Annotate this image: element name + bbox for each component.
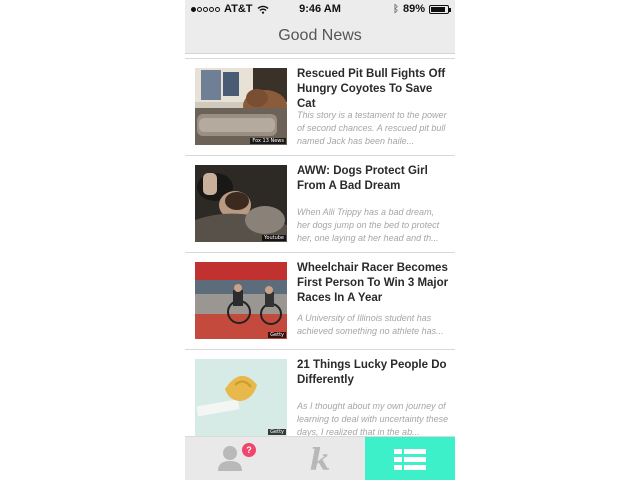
article-thumbnail-pitbull[interactable]: Fox 13 News [195, 68, 287, 145]
user-icon [218, 446, 242, 471]
status-bar: 9:46 AM AT&T ᛒ 89% [185, 0, 455, 18]
article-thumbnail-wheelchair[interactable]: Getty [195, 262, 287, 339]
article-thumbnail-dogs[interactable]: Youtube [195, 165, 287, 242]
nav-bar: Good News [185, 18, 455, 54]
article-title[interactable]: Wheelchair Racer Becomes First Person To… [297, 261, 449, 306]
battery-percent: 89% [402, 3, 425, 15]
image-credit: Getty [268, 429, 286, 435]
tab-bar: ? k [185, 436, 455, 480]
carrier-name: AT&T [224, 3, 253, 15]
battery-icon [429, 4, 451, 14]
image-credit: Getty [268, 332, 286, 338]
article-summary: As I thought about my own journey of lea… [297, 401, 449, 436]
article-title[interactable]: Rescued Pit Bull Fights Off Hungry Coyot… [297, 67, 449, 112]
image-credit: Youtube [262, 235, 286, 241]
article-item[interactable]: Youtube AWW: Dogs Protect Girl From A Ba… [185, 156, 455, 253]
tab-kindness[interactable]: k [275, 437, 365, 480]
article-thumbnail-fortune-cookie[interactable]: Getty [195, 359, 287, 436]
article-item[interactable]: Getty Wheelchair Racer Becomes First Per… [185, 253, 455, 350]
signal-strength-icon [191, 6, 220, 12]
article-summary: When Alli Trippy has a bad dream, her do… [297, 207, 440, 243]
k-logo-icon: k [309, 443, 331, 478]
wifi-icon [257, 5, 269, 14]
article-summary: This story is a testament to the power o… [297, 110, 447, 146]
notification-badge: ? [242, 443, 256, 457]
battery-level [431, 6, 445, 12]
page-title: Good News [278, 26, 362, 44]
phone-screen: 9:46 AM AT&T ᛒ 89% Good News Fox 13 News… [185, 0, 455, 480]
tab-news-feed[interactable] [365, 437, 455, 480]
list-icon [394, 449, 426, 470]
image-credit: Fox 13 News [250, 138, 286, 144]
article-item[interactable]: Getty 21 Things Lucky People Do Differen… [185, 350, 455, 436]
article-feed[interactable]: Fox 13 News Rescued Pit Bull Fights Off … [185, 58, 455, 436]
tab-profile[interactable]: ? [185, 437, 275, 480]
article-title[interactable]: 21 Things Lucky People Do Differently [297, 358, 449, 388]
article-summary: A University of Illinois student has ach… [297, 313, 444, 336]
bluetooth-icon: ᛒ [392, 3, 399, 15]
article-title[interactable]: AWW: Dogs Protect Girl From A Bad Dream [297, 164, 449, 194]
article-item[interactable]: Fox 13 News Rescued Pit Bull Fights Off … [185, 59, 455, 156]
